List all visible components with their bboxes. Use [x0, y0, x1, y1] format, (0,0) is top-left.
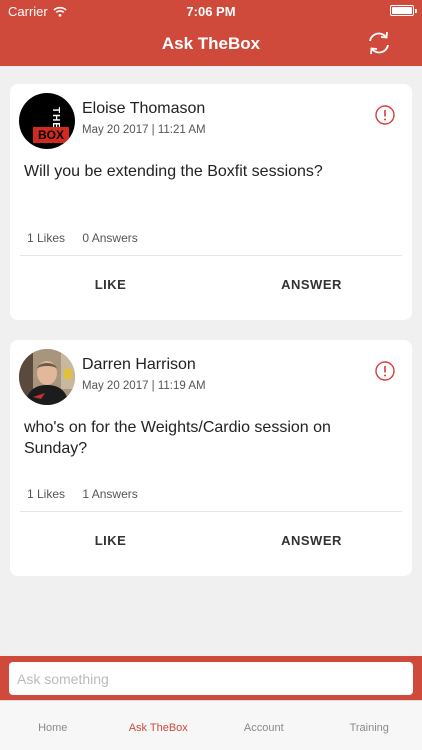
- battery-icon: [390, 5, 417, 16]
- like-button[interactable]: LIKE: [10, 256, 211, 312]
- top-bar: Carrier 7:06 PM Ask TheBox: [0, 0, 422, 66]
- page-title: Ask TheBox: [161, 34, 261, 53]
- tab-home[interactable]: Home: [0, 701, 106, 750]
- post-stats: 1 Likes 0 Answers: [27, 231, 152, 245]
- question-feed: THE BOX Eloise Thomason May 20 2017 | 11…: [10, 84, 412, 596]
- tab-bar: Home Ask TheBox Account Training: [0, 700, 422, 750]
- post-actions: LIKE ANSWER: [10, 256, 412, 312]
- tab-training[interactable]: Training: [317, 701, 422, 750]
- ask-input[interactable]: [9, 662, 413, 695]
- tab-account[interactable]: Account: [211, 701, 317, 750]
- likes-count: 1 Likes: [27, 487, 66, 501]
- status-bar: Carrier 7:06 PM: [0, 0, 422, 22]
- answer-button[interactable]: ANSWER: [211, 256, 412, 312]
- like-button[interactable]: LIKE: [10, 512, 211, 568]
- avatar-logo-box: BOX: [33, 127, 69, 143]
- answers-count: 1 Answers: [82, 487, 138, 501]
- post-date: May 20 2017 | 11:21 AM: [82, 124, 206, 136]
- question-text: Will you be extending the Boxfit session…: [24, 163, 323, 180]
- question-card: THE BOX Eloise Thomason May 20 2017 | 11…: [10, 84, 412, 320]
- avatar[interactable]: [19, 349, 75, 405]
- post-stats: 1 Likes 1 Answers: [27, 487, 152, 501]
- report-icon[interactable]: [374, 104, 396, 126]
- report-icon[interactable]: [374, 360, 396, 382]
- avatar-photo: [19, 349, 75, 405]
- likes-count: 1 Likes: [27, 231, 66, 245]
- avatar[interactable]: THE BOX: [19, 93, 75, 149]
- answer-button[interactable]: ANSWER: [211, 512, 412, 568]
- ask-bar: [0, 656, 422, 700]
- status-time: 7:06 PM: [186, 4, 236, 19]
- answers-count: 0 Answers: [82, 231, 138, 245]
- tab-ask-thebox[interactable]: Ask TheBox: [106, 701, 212, 750]
- post-actions: LIKE ANSWER: [10, 512, 412, 568]
- refresh-icon[interactable]: [366, 30, 392, 56]
- author-name: Eloise Thomason: [82, 100, 206, 117]
- question-card: Darren Harrison May 20 2017 | 11:19 AM w…: [10, 340, 412, 576]
- post-date: May 20 2017 | 11:19 AM: [82, 380, 206, 392]
- question-text: who's on for the Weights/Cardio session …: [24, 419, 331, 457]
- author-name: Darren Harrison: [82, 356, 196, 373]
